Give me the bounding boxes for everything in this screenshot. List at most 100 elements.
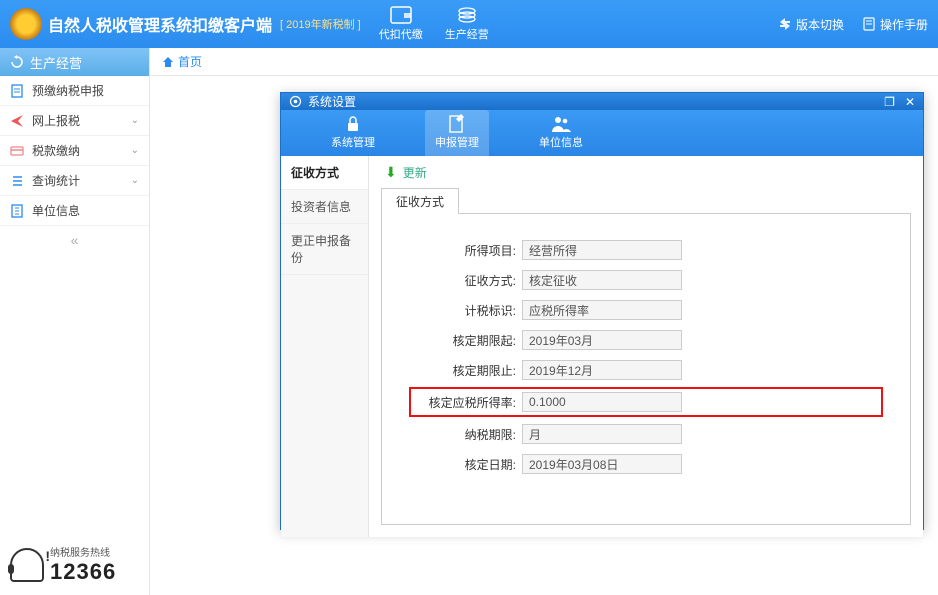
breadcrumb: 首页 xyxy=(150,48,938,76)
chevron-down-icon: ⌄ xyxy=(131,175,139,186)
dialog-right-panel: ⬇ 更新 征收方式 所得项目:经营所得征收方式:核定征收计税标识:应税所得率核定… xyxy=(369,156,923,537)
app-title: 自然人税收管理系统扣缴客户端 xyxy=(48,12,272,36)
dialog-tab-unit[interactable]: 单位信息 xyxy=(529,110,593,156)
document-icon xyxy=(10,84,24,98)
form-row: 计税标识:应税所得率 xyxy=(412,300,880,320)
settings-dialog: 系统设置 ❐ ✕ 系统管理 申报管理 单位信息 征收方式 投资者信息 更正申报备… xyxy=(280,92,924,530)
dialog-body: 征收方式 投资者信息 更正申报备份 ⬇ 更新 征收方式 所得项目:经营所得征收方… xyxy=(281,156,923,537)
form-value[interactable]: 0.1000 xyxy=(522,392,682,412)
form-value[interactable]: 月 xyxy=(522,424,682,444)
sidebar-collapse-button[interactable]: « xyxy=(0,226,149,254)
dialog-tab-row: 系统管理 申报管理 单位信息 xyxy=(281,110,923,156)
update-label: 更新 xyxy=(403,164,427,181)
form-label: 核定日期: xyxy=(412,456,522,473)
form-row: 纳税期限:月 xyxy=(412,424,880,444)
sidebar-item-label: 查询统计 xyxy=(32,172,80,189)
send-icon xyxy=(10,114,24,128)
app-header: 自然人税收管理系统扣缴客户端 [ 2019年新税制 ] 代扣代缴 生产经营 版本… xyxy=(0,0,938,48)
headset-icon xyxy=(10,548,44,582)
header-right: 版本切换 操作手册 xyxy=(778,16,928,33)
breadcrumb-home-link[interactable]: 首页 xyxy=(162,53,202,70)
sidebar-item-query[interactable]: 查询统计 ⌄ xyxy=(0,166,149,196)
form-value[interactable]: 2019年03月08日 xyxy=(522,454,682,474)
sidebar-item-payment[interactable]: 税款缴纳 ⌄ xyxy=(0,136,149,166)
app-subtitle: [ 2019年新税制 ] xyxy=(280,16,361,32)
sidebar-header-label: 生产经营 xyxy=(30,53,82,72)
form-label: 核定应税所得率: xyxy=(412,394,522,411)
left-nav-investor[interactable]: 投资者信息 xyxy=(281,190,368,224)
form-value[interactable]: 2019年03月 xyxy=(522,330,682,350)
chevron-down-icon: ⌄ xyxy=(131,115,139,126)
form-label: 征收方式: xyxy=(412,272,522,289)
breadcrumb-home-label: 首页 xyxy=(178,53,202,70)
form-label: 核定期限起: xyxy=(412,332,522,349)
form-label: 计税标识: xyxy=(412,302,522,319)
hotline: 纳税服务热线 12366 xyxy=(10,544,116,585)
sidebar-item-prepay[interactable]: 预缴纳税申报 xyxy=(0,76,149,106)
app-logo-emblem xyxy=(10,8,42,40)
sidebar-item-label: 预缴纳税申报 xyxy=(32,82,104,99)
nav-business[interactable]: 生产经营 xyxy=(445,6,489,42)
form-row: 所得项目:经营所得 xyxy=(412,240,880,260)
people-icon xyxy=(550,114,572,134)
manual-button[interactable]: 操作手册 xyxy=(862,16,928,33)
left-nav-correction[interactable]: 更正申报备份 xyxy=(281,224,368,275)
coins-icon xyxy=(456,6,478,24)
form-row: 核定期限起:2019年03月 xyxy=(412,330,880,350)
form-value[interactable]: 2019年12月 xyxy=(522,360,682,380)
switch-icon xyxy=(778,17,792,31)
sidebar-item-label: 税款缴纳 xyxy=(32,142,80,159)
dialog-tab-label: 系统管理 xyxy=(331,134,375,150)
version-switch-button[interactable]: 版本切换 xyxy=(778,16,844,33)
form-row: 征收方式:核定征收 xyxy=(412,270,880,290)
manual-label: 操作手册 xyxy=(880,16,928,33)
sidebar-item-label: 单位信息 xyxy=(32,202,80,219)
update-button[interactable]: ⬇ 更新 xyxy=(381,162,911,187)
sidebar: 生产经营 预缴纳税申报 网上报税 ⌄ 税款缴纳 ⌄ 查询统计 ⌄ 单位信息 « xyxy=(0,48,150,595)
form-value[interactable]: 核定征收 xyxy=(522,270,682,290)
dialog-left-nav: 征收方式 投资者信息 更正申报备份 xyxy=(281,156,369,537)
list-icon xyxy=(10,174,24,188)
form-value[interactable]: 经营所得 xyxy=(522,240,682,260)
dialog-tab-declare[interactable]: 申报管理 xyxy=(425,110,489,156)
nav-business-label: 生产经营 xyxy=(445,26,489,42)
card-icon xyxy=(10,144,24,158)
gear-icon xyxy=(289,95,302,108)
form-row: 核定期限止:2019年12月 xyxy=(412,360,880,380)
form-value[interactable]: 应税所得率 xyxy=(522,300,682,320)
wallet-icon xyxy=(390,6,412,24)
form-label: 核定期限止: xyxy=(412,362,522,379)
sidebar-item-label: 网上报税 xyxy=(32,112,80,129)
nav-withhold-label: 代扣代缴 xyxy=(379,26,423,42)
form-box: 所得项目:经营所得征收方式:核定征收计税标识:应税所得率核定期限起:2019年0… xyxy=(381,214,911,525)
lock-icon xyxy=(343,114,363,134)
inner-tab-row: 征收方式 xyxy=(381,187,911,214)
dialog-titlebar[interactable]: 系统设置 ❐ ✕ xyxy=(281,93,923,110)
form-label: 所得项目: xyxy=(412,242,522,259)
dialog-title: 系统设置 xyxy=(308,93,356,110)
left-nav-collection[interactable]: 征收方式 xyxy=(281,156,368,190)
home-icon xyxy=(162,56,174,68)
inner-tab-collection[interactable]: 征收方式 xyxy=(381,188,459,214)
hotline-label: 纳税服务热线 xyxy=(50,544,116,559)
header-nav: 代扣代缴 生产经营 xyxy=(379,6,489,42)
maximize-button[interactable]: ❐ xyxy=(884,95,895,109)
dialog-tab-label: 申报管理 xyxy=(435,134,479,150)
dialog-tab-label: 单位信息 xyxy=(539,134,583,150)
close-button[interactable]: ✕ xyxy=(905,95,915,109)
form-label: 纳税期限: xyxy=(412,426,522,443)
sidebar-item-unit[interactable]: 单位信息 xyxy=(0,196,149,226)
form-row: 核定应税所得率:0.1000 xyxy=(412,390,880,414)
chevron-down-icon: ⌄ xyxy=(131,145,139,156)
hotline-number: 12366 xyxy=(50,559,116,584)
version-switch-label: 版本切换 xyxy=(796,16,844,33)
book-icon xyxy=(862,17,876,31)
down-arrow-icon: ⬇ xyxy=(385,164,397,181)
sidebar-header: 生产经营 xyxy=(0,48,149,76)
edit-doc-icon xyxy=(447,114,467,134)
refresh-icon xyxy=(10,55,24,69)
info-icon xyxy=(10,204,24,218)
nav-withhold[interactable]: 代扣代缴 xyxy=(379,6,423,42)
dialog-tab-system[interactable]: 系统管理 xyxy=(321,110,385,156)
sidebar-item-online[interactable]: 网上报税 ⌄ xyxy=(0,106,149,136)
